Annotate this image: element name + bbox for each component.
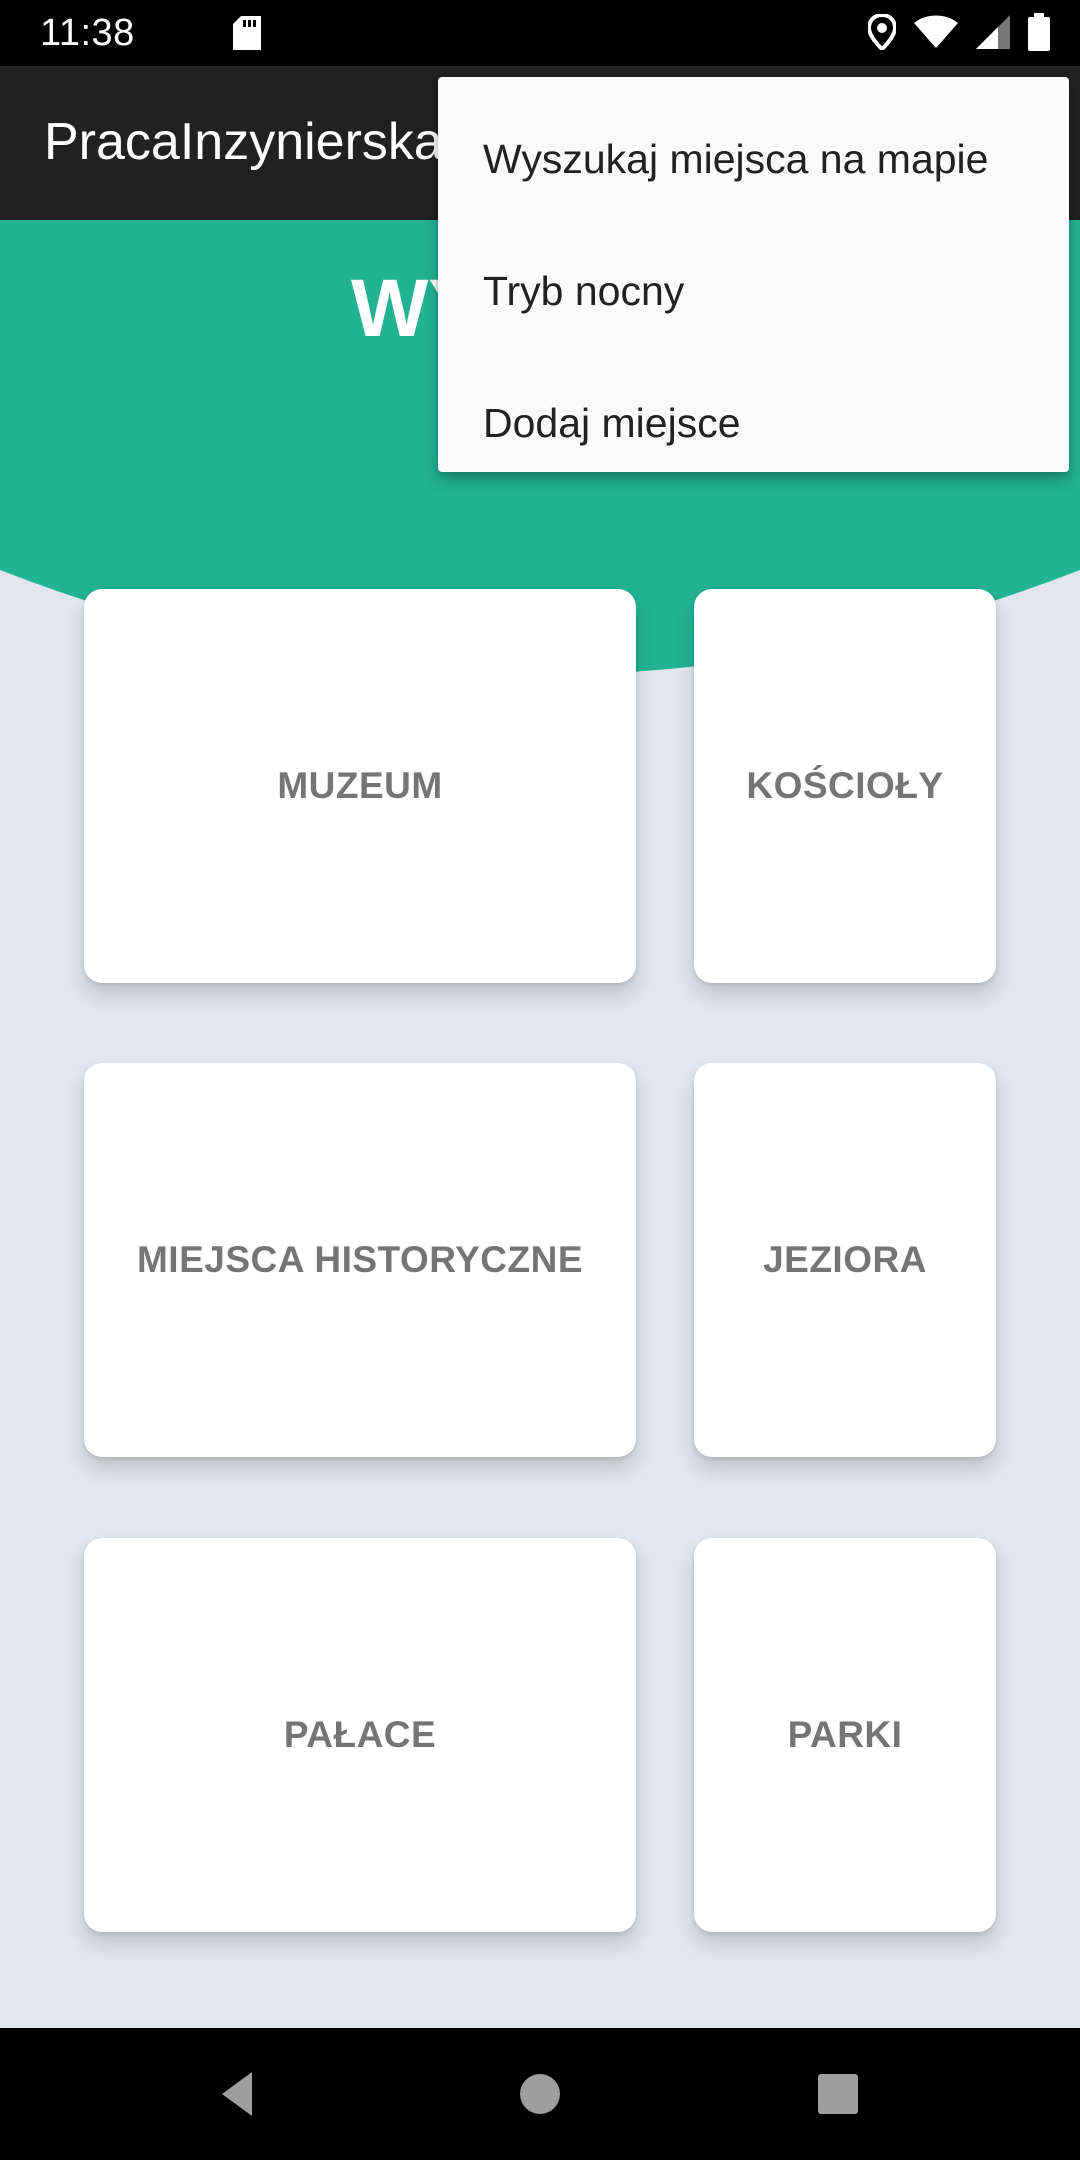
category-card-koscioly[interactable]: KOŚCIOŁY [694,589,996,983]
app-title: PracaInzynierska [44,113,443,171]
menu-item-night-mode[interactable]: Tryb nocny [438,225,1069,357]
category-label: PAŁACE [283,1714,437,1755]
category-label: MIEJSCA HISTORYCZNE [136,1239,584,1280]
category-card-jeziora[interactable]: JEZIORA [694,1063,996,1457]
category-card-parki[interactable]: PARKI [694,1538,996,1932]
category-label: KOŚCIOŁY [746,765,944,806]
navigation-bar [0,2028,1080,2160]
back-icon[interactable] [210,2064,270,2124]
status-bar: 11:38 [0,0,1080,66]
category-card-miejsca-historyczne[interactable]: MIEJSCA HISTORYCZNE [84,1063,636,1457]
category-card-palace[interactable]: PAŁACE [84,1538,636,1932]
category-label: PARKI [787,1714,903,1755]
category-label: MUZEUM [277,765,443,806]
category-card-muzeum[interactable]: MUZEUM [84,589,636,983]
location-icon [866,12,898,55]
overflow-menu: Wyszukaj miejsca na mapie Tryb nocny Dod… [438,77,1069,472]
sd-card-icon [233,16,261,55]
home-icon[interactable] [510,2064,570,2124]
category-label: JEZIORA [763,1239,927,1280]
wifi-icon [914,15,958,54]
signal-icon [976,14,1010,54]
status-icons [866,12,1050,56]
battery-icon [1028,12,1050,56]
status-time: 11:38 [40,12,135,54]
menu-item-search-map[interactable]: Wyszukaj miejsca na mapie [438,93,1069,225]
recents-icon[interactable] [808,2064,868,2124]
menu-item-add-place[interactable]: Dodaj miejsce [438,357,1069,489]
